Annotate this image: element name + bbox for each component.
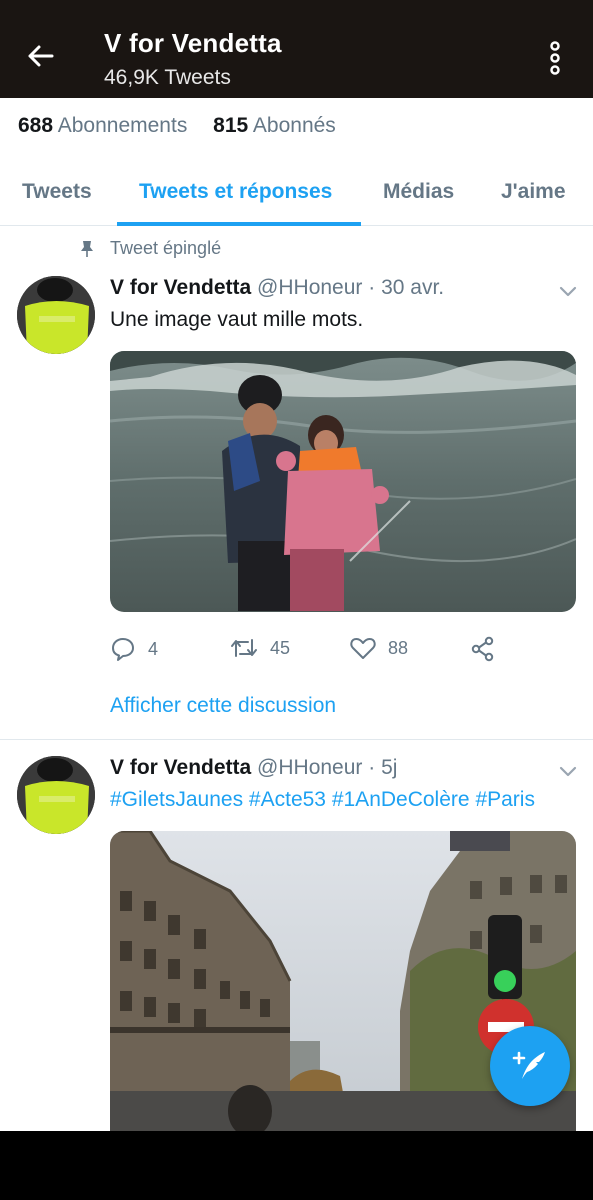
- tab-media[interactable]: Médias: [383, 180, 454, 204]
- tweet-date: 5j: [381, 756, 398, 779]
- author-name[interactable]: V for Vendetta: [110, 756, 251, 779]
- pin-icon: [80, 239, 96, 259]
- pinned-text: Tweet épinglé: [110, 238, 222, 258]
- chevron-down-icon[interactable]: [558, 764, 578, 778]
- retweet-icon: [231, 639, 257, 657]
- share-button[interactable]: [470, 636, 508, 662]
- profile-tabs: Tweets Tweets et réponses Médias J'aime: [0, 160, 593, 226]
- tweet-text: Une image vaut mille mots.: [110, 308, 364, 331]
- following-label: Abonnements: [57, 114, 188, 137]
- back-button[interactable]: [20, 36, 60, 76]
- compose-tweet-icon: [512, 1051, 545, 1079]
- tweet-date: 30 avr.: [381, 276, 445, 299]
- follow-stats: 688 Abonnements 815 Abonnés: [18, 114, 356, 138]
- like-button[interactable]: 88: [350, 636, 408, 660]
- reply-button[interactable]: 4: [110, 636, 158, 662]
- author-handle[interactable]: @HHoneur: [257, 756, 362, 779]
- tab-likes[interactable]: J'aime: [501, 180, 566, 204]
- heart-icon: [350, 638, 376, 659]
- followers-label: Abonnés: [252, 114, 336, 137]
- followers-count: 815: [213, 114, 249, 137]
- tweet-image[interactable]: [110, 351, 576, 612]
- reply-icon: [112, 638, 134, 661]
- more-vertical-icon: [550, 41, 560, 75]
- hashtag-link[interactable]: #Acte53: [249, 788, 326, 811]
- tweet-header: V for Vendetta @HHoneur · 30 avr.: [110, 276, 444, 300]
- dot-separator: ·: [368, 276, 376, 299]
- followers-stat[interactable]: 815 Abonnés: [213, 114, 336, 138]
- tweet-hashtags: #GiletsJaunes #Acte53 #1AnDeColère #Pari…: [110, 788, 535, 812]
- retweet-button[interactable]: 45: [230, 636, 290, 660]
- like-count: 88: [388, 637, 409, 658]
- dot-separator: ·: [368, 756, 376, 779]
- share-icon: [471, 636, 494, 662]
- profile-page: V for Vendetta 46,9K Tweets 688 Abonneme…: [0, 0, 593, 1131]
- show-thread-link[interactable]: Afficher cette discussion: [110, 694, 336, 718]
- tab-tweets-and-replies[interactable]: Tweets et réponses: [139, 180, 332, 204]
- profile-header: V for Vendetta 46,9K Tweets: [0, 0, 593, 98]
- tweet-count: 46,9K Tweets: [104, 66, 231, 89]
- more-options-button[interactable]: [540, 40, 570, 76]
- profile-name-title: V for Vendetta: [104, 28, 282, 58]
- hashtag-link[interactable]: #Paris: [475, 788, 535, 811]
- hashtag-link[interactable]: #1AnDeColère: [332, 788, 470, 811]
- reply-count: 4: [148, 638, 159, 659]
- active-tab-indicator: [117, 222, 361, 226]
- hashtag-link[interactable]: #GiletsJaunes: [110, 788, 243, 811]
- tab-tweets[interactable]: Tweets: [22, 180, 92, 204]
- avatar[interactable]: [17, 276, 95, 354]
- tweet-actions: 4 45 88: [110, 636, 576, 670]
- avatar[interactable]: [17, 756, 95, 834]
- system-navigation-bar: [0, 1131, 593, 1200]
- retweet-count: 45: [270, 637, 291, 658]
- author-name[interactable]: V for Vendetta: [110, 276, 251, 299]
- chevron-down-icon[interactable]: [558, 284, 578, 298]
- tweet-header: V for Vendetta @HHoneur · 5j: [110, 756, 397, 780]
- pinned-label: Tweet épinglé: [80, 238, 221, 259]
- following-stat[interactable]: 688 Abonnements: [18, 114, 187, 138]
- tweet-divider: [0, 739, 593, 740]
- arrow-left-icon: [28, 45, 54, 67]
- author-handle[interactable]: @HHoneur: [257, 276, 362, 299]
- compose-tweet-button[interactable]: [490, 1026, 570, 1106]
- following-count: 688: [18, 114, 54, 137]
